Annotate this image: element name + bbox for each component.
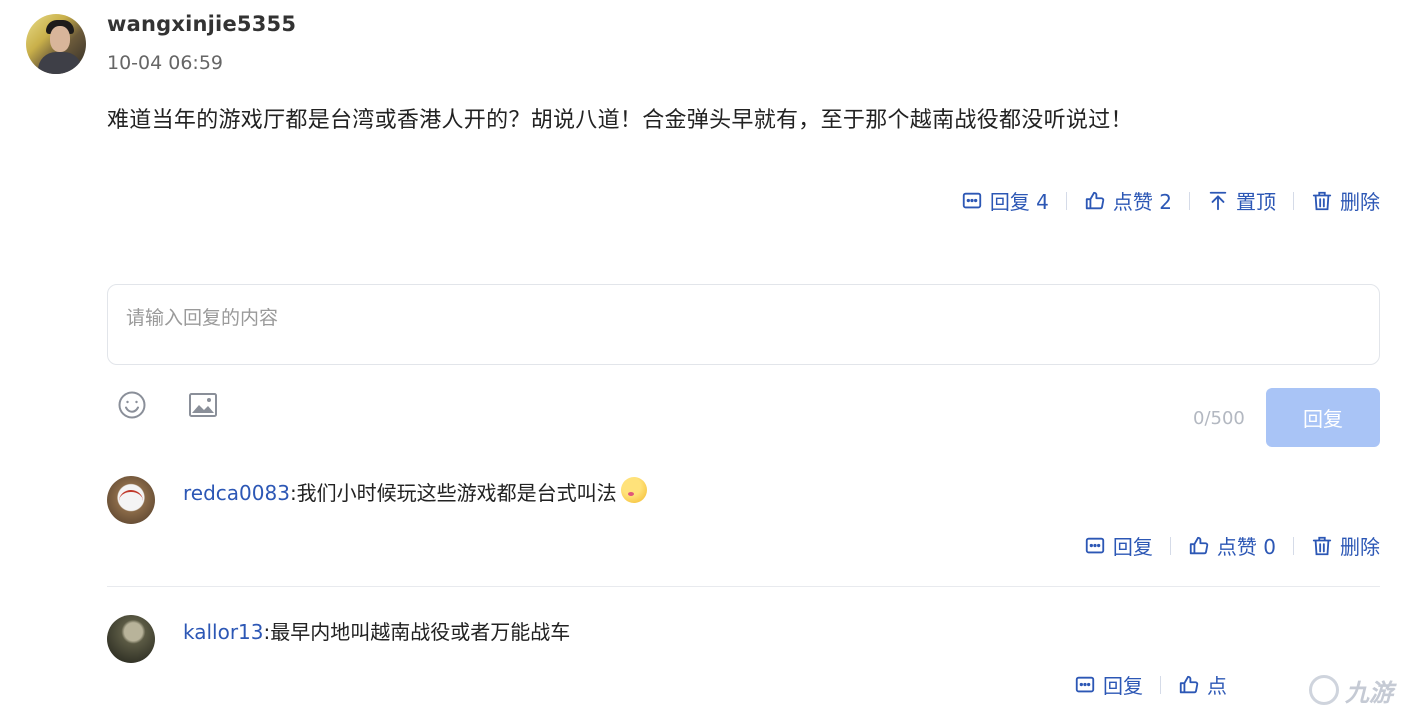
reply-actions: 回复 点 [1074, 670, 1227, 699]
reply-button[interactable]: 回复 [1084, 531, 1153, 560]
reply-label: 回复 [1103, 674, 1143, 698]
kiss-emoji-icon [620, 477, 647, 503]
reply-avatar[interactable] [107, 615, 155, 663]
reply-text: :我们小时候玩这些游戏都是台式叫法 [289, 481, 617, 505]
action-divider [1293, 191, 1294, 210]
avatar-body [38, 52, 82, 74]
reply-button[interactable]: 回复 4 [961, 186, 1049, 215]
reply-username[interactable]: redca0083 [183, 481, 290, 505]
reply-actions: 回复 点赞 0 删除 [1084, 531, 1380, 560]
like-button[interactable]: 点赞 2 [1084, 186, 1172, 215]
image-icon[interactable] [187, 389, 219, 421]
delete-label: 删除 [1340, 535, 1380, 559]
pin-button[interactable]: 置顶 [1207, 186, 1276, 215]
comment-time: 10-04 06:59 [107, 52, 224, 74]
delete-button[interactable]: 删除 [1311, 186, 1380, 215]
reply-avatar[interactable] [107, 476, 155, 524]
like-button[interactable]: 点赞 0 [1188, 531, 1276, 560]
like-label: 点赞 0 [1216, 535, 1276, 559]
trash-icon [1312, 536, 1332, 555]
reply-label: 回复 [1112, 535, 1153, 559]
thumbs-up-icon [1085, 191, 1105, 209]
delete-label: 删除 [1340, 190, 1380, 214]
delete-button[interactable]: 删除 [1311, 531, 1380, 560]
pin-top-icon [1209, 191, 1227, 210]
char-counter: 0/500 [1193, 408, 1245, 429]
reply-text: :最早内地叫越南战役或者万能战车 [263, 620, 571, 644]
like-button[interactable]: 点 [1178, 670, 1227, 699]
watermark-text: 九游 [1345, 678, 1393, 707]
trash-icon [1312, 191, 1332, 210]
avatar[interactable] [26, 14, 86, 74]
action-divider [1189, 191, 1190, 210]
comment-content: 难道当年的游戏厅都是台湾或香港人开的？胡说八道！合金弹头早就有，至于那个越南战役… [107, 108, 1133, 133]
reply-label: 回复 4 [989, 190, 1049, 214]
reply-input-box [107, 284, 1380, 365]
watermark: 九游 [1222, 660, 1403, 720]
comment-icon [1075, 676, 1095, 692]
thumbs-up-icon [1189, 536, 1209, 554]
reply-button[interactable]: 回复 [1074, 670, 1143, 699]
comment-username[interactable]: wangxinjie5355 [107, 12, 296, 36]
pin-label: 置顶 [1236, 190, 1276, 214]
comment-icon [962, 192, 981, 208]
avatar-face [50, 26, 70, 52]
reply-divider [107, 586, 1380, 587]
comment-icon [1085, 537, 1105, 553]
like-label: 点赞 2 [1112, 190, 1172, 214]
reply-input[interactable] [108, 285, 1379, 364]
baseball-seam [119, 490, 143, 512]
action-divider [1293, 536, 1294, 555]
comment-actions: 回复 4 点赞 2 置顶 删除 [961, 186, 1380, 215]
watermark-logo-icon [1309, 675, 1339, 705]
action-divider [1065, 191, 1067, 210]
reply-item: kallor13:最早内地叫越南战役或者万能战车 [183, 616, 570, 645]
reply-username[interactable]: kallor13 [183, 620, 264, 644]
action-divider [1160, 675, 1161, 694]
submit-reply-button[interactable]: 回复 [1266, 388, 1380, 447]
emoji-icon[interactable] [116, 389, 148, 421]
action-divider [1169, 536, 1171, 555]
thumbs-up-icon [1179, 675, 1199, 693]
reply-item: redca0083:我们小时候玩这些游戏都是台式叫法 [183, 477, 647, 506]
